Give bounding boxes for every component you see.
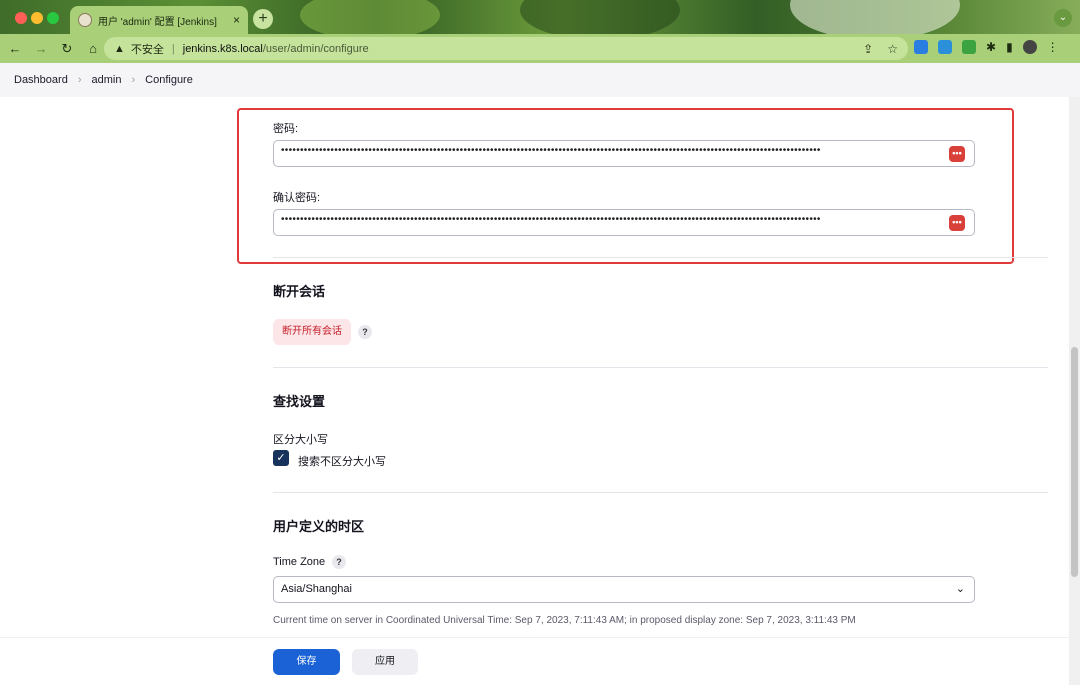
security-status: 不安全 bbox=[130, 43, 164, 56]
breadcrumb: Dashboard › admin › Configure bbox=[0, 63, 1080, 97]
bookmark-star-icon[interactable]: ☆ bbox=[887, 42, 898, 56]
password-highlight-box bbox=[237, 108, 1014, 264]
timezone-section-title: 用户定义的时区 bbox=[273, 519, 365, 534]
minimize-window-button[interactable] bbox=[31, 12, 43, 24]
timezone-current-time-note: Current time on server in Coordinated Un… bbox=[273, 615, 856, 626]
breadcrumb-dashboard[interactable]: Dashboard bbox=[14, 74, 68, 86]
warning-icon: ▲ bbox=[114, 42, 125, 55]
timezone-select[interactable]: Asia/Shanghai ⌄ bbox=[273, 576, 975, 603]
timezone-help-icon[interactable]: ? bbox=[332, 555, 346, 569]
disconnect-all-sessions-button[interactable]: 断开所有会话 bbox=[273, 319, 351, 345]
maximize-window-button[interactable] bbox=[47, 12, 59, 24]
tab-title: 用户 'admin' 配置 [Jenkins] bbox=[98, 16, 217, 28]
case-insensitive-label[interactable]: 搜索不区分大小写 bbox=[298, 453, 386, 469]
reload-icon[interactable]: ↻ bbox=[56, 41, 78, 57]
password-masked-value: ••••••••••••••••••••••••••••••••••••••••… bbox=[281, 145, 821, 156]
background-leaf bbox=[790, 0, 960, 34]
scrollbar-thumb[interactable] bbox=[1071, 347, 1078, 577]
apply-button[interactable]: 应用 bbox=[352, 649, 418, 675]
section-divider bbox=[273, 367, 1048, 368]
home-icon[interactable]: ⌂ bbox=[82, 41, 104, 56]
section-divider bbox=[273, 257, 1048, 258]
case-sensitivity-label: 区分大小写 bbox=[273, 434, 328, 446]
url-path: /user/admin/configure bbox=[262, 42, 369, 55]
chevron-right-icon: › bbox=[131, 74, 136, 86]
browser-tab-bar: 用户 'admin' 配置 [Jenkins] × + ⌄ bbox=[0, 0, 1080, 34]
share-icon[interactable]: ⇪ bbox=[863, 42, 873, 56]
confirm-password-label: 确认密码: bbox=[273, 192, 321, 204]
more-menu-icon[interactable]: ⋮ bbox=[1047, 40, 1059, 54]
chevron-right-icon: › bbox=[77, 74, 82, 86]
breadcrumb-configure[interactable]: Configure bbox=[145, 74, 193, 86]
translate-extension-icon[interactable] bbox=[962, 40, 976, 54]
password-manager-key-icon[interactable]: ••• bbox=[949, 215, 965, 231]
close-tab-icon[interactable]: × bbox=[233, 13, 240, 27]
timezone-selected-value: Asia/Shanghai bbox=[281, 583, 352, 595]
chevron-down-icon[interactable]: ⌄ bbox=[1054, 9, 1072, 27]
confirm-password-masked-value: ••••••••••••••••••••••••••••••••••••••••… bbox=[281, 214, 821, 225]
close-window-button[interactable] bbox=[15, 12, 27, 24]
url-separator: | bbox=[171, 42, 175, 55]
background-leaf bbox=[300, 0, 440, 34]
forward-arrow-icon[interactable]: → bbox=[30, 41, 52, 56]
sessions-help-icon[interactable]: ? bbox=[358, 325, 372, 339]
section-divider bbox=[273, 492, 1048, 493]
breadcrumb-admin[interactable]: admin bbox=[92, 74, 122, 86]
profile-avatar[interactable] bbox=[1022, 40, 1037, 54]
back-arrow-icon[interactable]: ← bbox=[4, 41, 26, 56]
new-tab-button[interactable]: + bbox=[253, 9, 273, 29]
case-insensitive-checkbox[interactable]: ✓ bbox=[273, 450, 289, 466]
confirm-password-input[interactable]: ••••••••••••••••••••••••••••••••••••••••… bbox=[273, 209, 975, 236]
password-label: 密码: bbox=[273, 123, 299, 135]
sidebar-panel-icon[interactable]: ▮ bbox=[1006, 40, 1013, 54]
timezone-label: Time Zone bbox=[273, 556, 326, 568]
s-extension-icon[interactable] bbox=[938, 40, 952, 54]
save-button[interactable]: 保存 bbox=[273, 649, 340, 675]
vue-devtools-extension-icon[interactable] bbox=[914, 40, 928, 54]
search-section-title: 查找设置 bbox=[273, 394, 326, 409]
chevron-down-icon: ⌄ bbox=[955, 583, 965, 595]
background-leaf bbox=[520, 0, 680, 34]
extensions-area: ✱ ▮ ⋮ bbox=[914, 40, 1059, 54]
password-manager-key-icon[interactable]: ••• bbox=[949, 146, 965, 162]
jenkins-favicon-icon bbox=[78, 13, 92, 27]
browser-tab[interactable]: 用户 'admin' 配置 [Jenkins] × bbox=[70, 6, 248, 34]
page-scrollbar[interactable] bbox=[1069, 97, 1080, 685]
address-bar[interactable]: ▲ 不安全 | jenkins.k8s.local /user/admin/co… bbox=[104, 37, 908, 60]
action-bar bbox=[0, 637, 1069, 685]
puzzle-extensions-icon[interactable]: ✱ bbox=[986, 40, 996, 54]
password-input[interactable]: ••••••••••••••••••••••••••••••••••••••••… bbox=[273, 140, 975, 167]
sessions-section-title: 断开会话 bbox=[273, 284, 326, 299]
url-host: jenkins.k8s.local bbox=[182, 42, 263, 55]
